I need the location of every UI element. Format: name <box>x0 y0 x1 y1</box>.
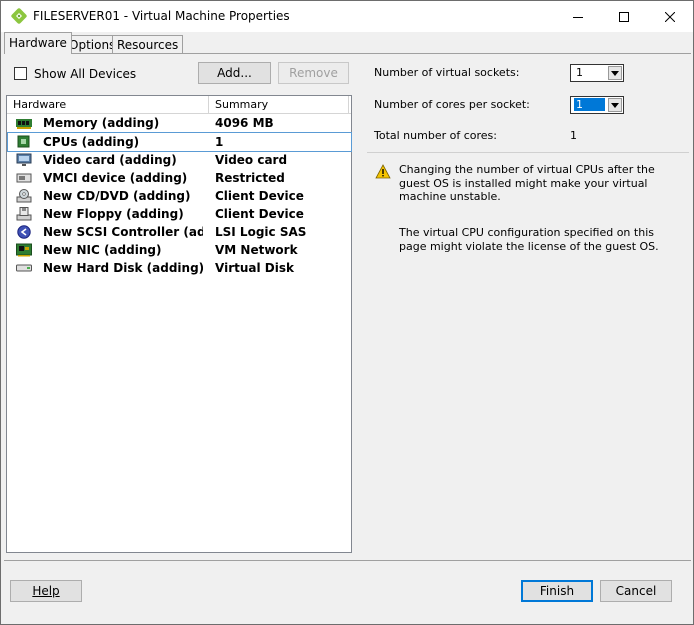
device-row-cpus[interactable]: CPUs (adding) 1 <box>7 132 352 152</box>
device-name: VMCI device (adding) <box>43 171 188 185</box>
scsi-controller-icon <box>16 225 32 239</box>
video-card-icon <box>16 153 32 167</box>
warning-icon <box>375 164 391 179</box>
device-name: New SCSI Controller (adding) <box>43 225 203 239</box>
device-name: Memory (adding) <box>43 116 160 130</box>
license-notice: The virtual CPU configuration specified … <box>399 226 659 253</box>
chevron-down-icon[interactable] <box>608 98 622 112</box>
device-summary: Client Device <box>215 207 304 221</box>
cores-per-socket-label: Number of cores per socket: <box>374 98 530 111</box>
memory-icon <box>16 116 32 130</box>
minimize-button[interactable] <box>555 1 601 32</box>
device-name: New CD/DVD (adding) <box>43 189 191 203</box>
device-summary: 4096 MB <box>215 116 274 130</box>
footer-divider <box>4 560 691 561</box>
total-cores-label: Total number of cores: <box>374 129 497 142</box>
cpu-icon <box>16 135 32 149</box>
total-cores-value: 1 <box>570 129 577 142</box>
device-row-vmci[interactable]: VMCI device (adding) Restricted <box>8 169 351 187</box>
finish-button[interactable]: Finish <box>521 580 593 602</box>
hardware-list[interactable]: Hardware Summary Memory (adding) 4096 MB… <box>6 95 352 553</box>
tab-hardware[interactable]: Hardware <box>4 32 72 54</box>
device-name: New NIC (adding) <box>43 243 162 257</box>
properties-dialog: FILESERVER01 - Virtual Machine Propertie… <box>0 0 694 625</box>
show-all-devices-label: Show All Devices <box>34 67 137 81</box>
device-row-hard-disk[interactable]: New Hard Disk (adding) Virtual Disk <box>8 259 351 277</box>
column-header-hardware[interactable]: Hardware <box>7 97 66 112</box>
close-icon <box>665 11 675 22</box>
device-summary: VM Network <box>215 243 298 257</box>
device-row-floppy[interactable]: New Floppy (adding) Client Device <box>8 205 351 223</box>
sockets-value: 1 <box>576 66 583 79</box>
device-summary: Restricted <box>215 171 285 185</box>
vsphere-vm-icon <box>11 8 27 24</box>
floppy-icon <box>16 207 32 221</box>
device-row-nic[interactable]: New NIC (adding) VM Network <box>8 241 351 259</box>
device-name: Video card (adding) <box>43 153 177 167</box>
sockets-label: Number of virtual sockets: <box>374 66 520 79</box>
sockets-dropdown[interactable]: 1 <box>570 64 624 82</box>
maximize-button[interactable] <box>601 1 647 32</box>
cores-per-socket-dropdown[interactable]: 1 <box>570 96 624 114</box>
device-name: New Floppy (adding) <box>43 207 184 221</box>
device-name: CPUs (adding) <box>43 135 140 149</box>
section-divider <box>367 152 689 153</box>
tab-strip-border <box>4 53 691 54</box>
device-row-cd-dvd[interactable]: New CD/DVD (adding) Client Device <box>8 187 351 205</box>
close-button[interactable] <box>647 1 693 32</box>
window-title: FILESERVER01 - Virtual Machine Propertie… <box>33 9 290 23</box>
device-summary: Virtual Disk <box>215 261 294 275</box>
device-row-memory[interactable]: Memory (adding) 4096 MB <box>8 114 351 132</box>
cd-dvd-icon <box>16 189 32 203</box>
show-all-devices-checkbox[interactable] <box>14 67 27 80</box>
column-header-summary[interactable]: Summary <box>209 97 268 112</box>
nic-icon <box>16 243 32 257</box>
add-button[interactable]: Add... <box>198 62 271 84</box>
column-divider[interactable] <box>348 96 349 113</box>
tab-resources[interactable]: Resources <box>112 35 184 54</box>
device-summary: Video card <box>215 153 288 167</box>
hard-disk-icon <box>16 261 32 275</box>
vmci-icon <box>16 171 32 185</box>
minimize-icon <box>573 16 583 18</box>
device-name: New Hard Disk (adding) <box>43 261 203 275</box>
remove-button[interactable]: Remove <box>278 62 349 84</box>
help-button-label: Help <box>32 584 60 598</box>
cancel-button[interactable]: Cancel <box>600 580 672 602</box>
cores-per-socket-value: 1 <box>574 98 605 111</box>
device-summary: Client Device <box>215 189 304 203</box>
device-row-scsi-controller[interactable]: New SCSI Controller (adding) LSI Logic S… <box>8 223 351 241</box>
device-summary: 1 <box>215 135 224 149</box>
chevron-down-icon[interactable] <box>608 66 622 80</box>
cpu-change-warning: Changing the number of virtual CPUs afte… <box>399 163 655 203</box>
title-bar: FILESERVER01 - Virtual Machine Propertie… <box>1 1 693 32</box>
device-summary: LSI Logic SAS <box>215 225 307 239</box>
maximize-icon <box>619 11 629 22</box>
device-row-video-card[interactable]: Video card (adding) Video card <box>8 151 351 169</box>
list-header: Hardware Summary <box>7 96 351 114</box>
help-button[interactable]: Help <box>10 580 82 602</box>
